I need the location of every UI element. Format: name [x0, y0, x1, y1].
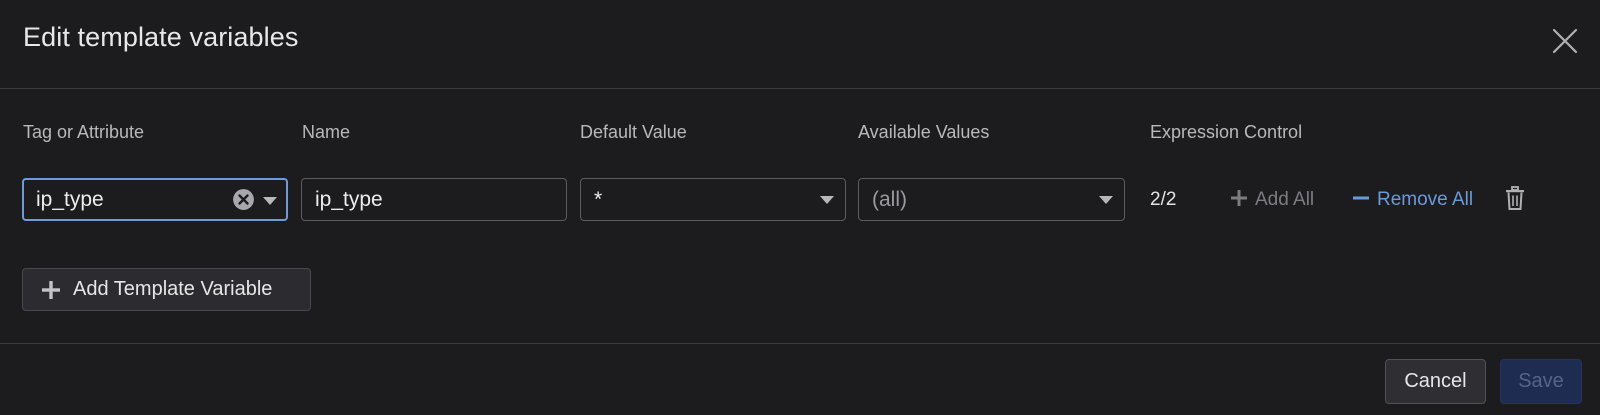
close-icon[interactable] [1551, 27, 1579, 55]
dialog-header: Edit template variables [0, 0, 1600, 89]
default-value-select[interactable]: * [580, 178, 846, 221]
column-header-tag-or-attribute: Tag or Attribute [23, 122, 145, 142]
dialog-title: Edit template variables [23, 22, 299, 52]
tag-value: ip_type [36, 188, 104, 211]
minus-icon [1353, 196, 1369, 200]
add-all-label: Add All [1255, 189, 1315, 210]
clear-icon[interactable] [233, 189, 254, 210]
footer-divider [0, 343, 1600, 344]
trash-icon[interactable] [1505, 186, 1525, 212]
plus-icon [42, 281, 60, 299]
column-header-available-values: Available Values [858, 122, 990, 142]
chevron-down-icon[interactable] [1099, 196, 1113, 204]
column-header-default-value: Default Value [580, 122, 687, 142]
expression-count: 2/2 [1150, 189, 1177, 210]
tag-or-attribute-select[interactable]: ip_type [22, 178, 288, 221]
edit-template-variables-dialog: Edit template variables Tag or Attribute… [0, 0, 1600, 415]
available-values-value: (all) [872, 188, 907, 211]
name-input[interactable]: ip_type [301, 178, 567, 221]
remove-all-label: Remove All [1377, 189, 1474, 210]
available-values-select[interactable]: (all) [858, 178, 1125, 221]
column-header-expression-control: Expression Control [1150, 122, 1303, 142]
chevron-down-icon[interactable] [820, 196, 834, 204]
add-all-button[interactable]: Add All [1231, 189, 1314, 211]
name-value: ip_type [315, 188, 383, 211]
add-template-variable-button[interactable]: Add Template Variable [22, 268, 311, 311]
default-value: * [594, 188, 603, 211]
column-header-name: Name [302, 122, 351, 142]
save-button[interactable]: Save [1500, 359, 1582, 404]
remove-all-button[interactable]: Remove All [1353, 189, 1473, 211]
chevron-down-icon[interactable] [263, 197, 277, 205]
plus-icon [1231, 190, 1247, 207]
cancel-button[interactable]: Cancel [1385, 359, 1486, 404]
add-template-variable-label: Add Template Variable [73, 278, 273, 300]
